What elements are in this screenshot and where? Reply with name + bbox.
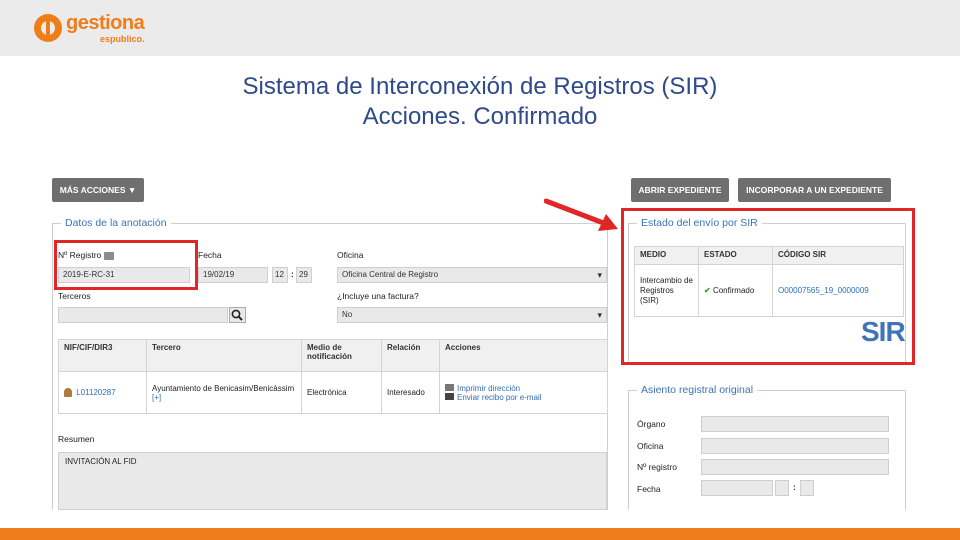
terceros-table-header: NIF/CIF/DIR3 Tercero Medio de notificaci… xyxy=(58,339,608,372)
fecha-field[interactable]: 19/02/19 xyxy=(198,267,268,283)
original-registro-field[interactable] xyxy=(701,459,889,475)
col-nif: NIF/CIF/DIR3 xyxy=(58,339,147,372)
terceros-table: NIF/CIF/DIR3 Tercero Medio de notificaci… xyxy=(58,339,608,414)
minute-field[interactable]: 29 xyxy=(296,267,312,283)
search-icon xyxy=(231,309,243,321)
factura-label: ¿Incluye una factura? xyxy=(337,291,419,301)
logo-sub: espublico. xyxy=(100,34,145,44)
acciones-cell: Imprimir dirección Enviar recibo por e-m… xyxy=(439,371,608,414)
tercero-name: Ayuntamiento de Benicasim/Benicàssim xyxy=(152,383,295,393)
send-receipt-link[interactable]: Enviar recibo por e-mail xyxy=(457,393,541,402)
registro-highlight xyxy=(54,240,198,290)
slide: gestiona espublico. Sistema de Intercone… xyxy=(0,0,960,540)
resumen-label: Resumen xyxy=(58,434,95,444)
terceros-label: Terceros xyxy=(58,291,91,301)
col-relacion: Relación xyxy=(381,339,440,372)
original-fecha-field[interactable] xyxy=(701,480,773,496)
oficina-select[interactable]: Oficina Central de Registro xyxy=(337,267,607,283)
time-separator: : xyxy=(291,269,294,279)
oficina-label: Oficina xyxy=(337,250,364,260)
search-button[interactable] xyxy=(229,307,246,323)
slide-title-line1: Sistema de Interconexión de Registros (S… xyxy=(242,73,718,100)
more-actions-button[interactable]: MÁS ACCIONES ▼ xyxy=(52,178,144,202)
hour-field[interactable]: 12 xyxy=(272,267,288,283)
tercero-cell: Ayuntamiento de Benicasim/Benicàssim [+] xyxy=(146,371,302,414)
col-acciones: Acciones xyxy=(439,339,608,372)
person-icon xyxy=(64,388,72,398)
fecha-label: Fecha xyxy=(198,250,222,260)
nif-link[interactable]: L01120287 xyxy=(76,388,115,397)
more-link[interactable]: [+] xyxy=(152,393,296,402)
original-time-separator: : xyxy=(793,482,796,492)
table-row: L01120287 Ayuntamiento de Benicasim/Beni… xyxy=(58,371,608,414)
footer-band xyxy=(0,528,960,540)
original-fieldset: Asiento registral original Órgano Oficin… xyxy=(628,384,906,510)
sir-status-highlight xyxy=(621,208,915,365)
organo-label: Órgano xyxy=(637,419,666,429)
annotation-legend: Datos de la anotación xyxy=(61,217,171,229)
relacion-cell: Interesado xyxy=(381,371,440,414)
col-tercero: Tercero xyxy=(146,339,302,372)
original-oficina-field[interactable] xyxy=(701,438,889,454)
slide-title-line2: Acciones. Confirmado xyxy=(362,103,598,130)
original-oficina-label: Oficina xyxy=(637,441,664,451)
original-registro-label: Nº registro xyxy=(637,462,677,472)
email-icon xyxy=(445,392,454,400)
terceros-field[interactable] xyxy=(58,307,228,323)
organo-field[interactable] xyxy=(701,416,889,432)
printer-icon xyxy=(445,383,454,391)
medio-cell: Electrónica xyxy=(301,371,382,414)
original-legend: Asiento registral original xyxy=(637,384,758,396)
logo-mark-icon xyxy=(34,14,62,42)
pointer-arrow-icon xyxy=(544,198,618,231)
open-expedient-button[interactable]: ABRIR EXPEDIENTE xyxy=(631,178,729,202)
slide-title: Sistema de Interconexión de Registros (S… xyxy=(0,72,960,132)
incorporate-expedient-button[interactable]: INCORPORAR A UN EXPEDIENTE xyxy=(738,178,891,202)
factura-select[interactable]: No xyxy=(337,307,607,323)
header-band: gestiona espublico. xyxy=(0,0,960,56)
col-medio: Medio de notificación xyxy=(301,339,382,372)
original-hour-field[interactable] xyxy=(775,480,789,496)
original-minute-field[interactable] xyxy=(800,480,814,496)
resumen-textarea[interactable]: INVITACIÓN AL FID xyxy=(58,452,607,510)
logo-name: gestiona xyxy=(66,12,145,34)
nif-cell: L01120287 xyxy=(58,371,147,414)
print-address-link[interactable]: Imprimir dirección xyxy=(457,384,520,393)
original-fecha-label: Fecha xyxy=(637,484,661,494)
